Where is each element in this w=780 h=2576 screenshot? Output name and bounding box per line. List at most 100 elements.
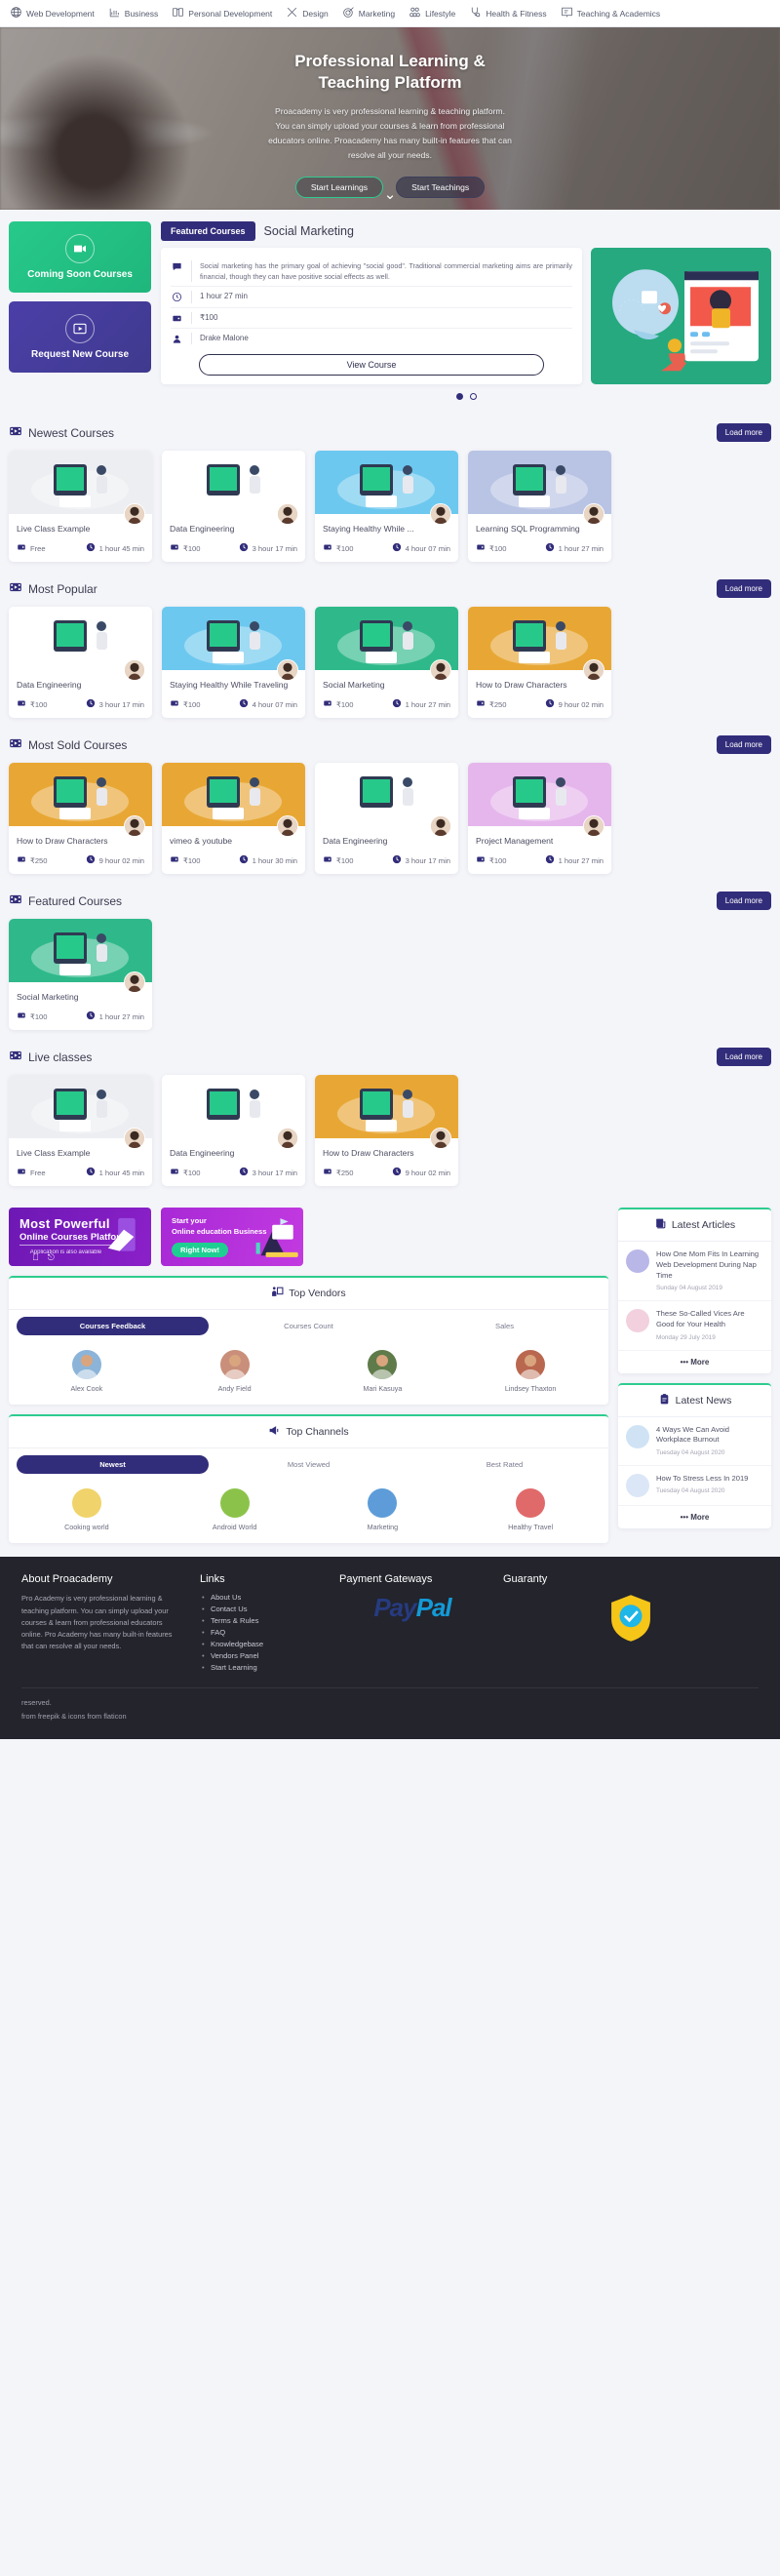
channel-tab-best-rated[interactable]: Best Rated (409, 1455, 601, 1474)
load-more-button[interactable]: Load more (716, 735, 771, 755)
tab-featured-courses[interactable]: Featured Courses (161, 221, 255, 241)
course-card[interactable]: How to Draw Characters ₹250 9 hour 02 min (468, 607, 611, 719)
category-nav[interactable]: Web Development Business Personal Develo… (0, 0, 780, 27)
vendor-item[interactable]: Alex Cook (13, 1350, 161, 1393)
chevron-down-icon[interactable]: ⌄ (384, 185, 397, 203)
course-grid: Social Marketing ₹100 1 hour 27 min (9, 919, 771, 1031)
course-card[interactable]: How to Draw Characters ₹250 9 hour 02 min (9, 763, 152, 875)
channel-tabs[interactable]: Newest Most Viewed Best Rated (9, 1448, 608, 1481)
load-more-button[interactable]: Load more (716, 423, 771, 443)
news-item[interactable]: How To Stress Less In 2019 Tuesday 04 Aug… (618, 1466, 771, 1506)
news-more-button[interactable]: ••• More (618, 1506, 771, 1528)
course-card[interactable]: vimeo & youtube ₹100 1 hour 30 min (162, 763, 305, 875)
load-more-button[interactable]: Load more (716, 892, 771, 911)
start-teachings-button[interactable]: Start Teachings (396, 177, 486, 198)
banner-most-powerful[interactable]: Most Powerful Online Courses Platform Ap… (9, 1208, 151, 1267)
section-title: Live classes (9, 1049, 92, 1065)
clock-icon (239, 542, 249, 554)
channel-item[interactable]: Cooking world (13, 1488, 161, 1531)
course-card[interactable]: Staying Healthy While Traveling ₹100 4 hou… (162, 607, 305, 719)
footer-links-list[interactable]: About Us Contact Us Terms & Rules FAQ Knowle… (200, 1593, 322, 1672)
nav-category-business[interactable]: Business (108, 6, 158, 20)
wallet-icon (476, 698, 486, 710)
request-new-course-tile[interactable]: Request New Course (9, 301, 151, 373)
articles-item[interactable]: How One Mom Fits In Learning Web Develop… (618, 1242, 771, 1302)
course-card[interactable]: Data Engineering ₹100 3 hour 17 min (315, 763, 458, 875)
nav-category-design[interactable]: Design (286, 6, 329, 20)
nav-category-teaching-academics[interactable]: Teaching & Academics (561, 6, 660, 20)
course-card[interactable]: Learning SQL Programming ₹100 1 hour 27 mi… (468, 451, 611, 563)
coming-soon-courses-tile[interactable]: Coming Soon Courses (9, 221, 151, 293)
item-title: How One Mom Fits In Learning Web Develop… (656, 1249, 760, 1280)
vendor-tabs[interactable]: Courses Feedback Courses Count Sales (9, 1310, 608, 1342)
footer-link[interactable]: About Us (202, 1593, 322, 1602)
nav-category-personal-development[interactable]: Personal Development (172, 6, 272, 20)
hero-description: Proacademy is very professional learning… (268, 105, 512, 160)
vendor-tab-courses-count[interactable]: Courses Count (213, 1317, 405, 1335)
price-label: ₹100 (183, 543, 201, 553)
course-card[interactable]: How to Draw Characters ₹250 9 hour 02 min (315, 1075, 458, 1187)
course-card[interactable]: Data Engineering ₹100 3 hour 17 min (162, 1075, 305, 1187)
target-icon (342, 6, 355, 20)
course-card[interactable]: Live Class Example Free 1 hour 45 min (9, 1075, 152, 1187)
vendor-name: Lindsey Thaxton (504, 1384, 557, 1394)
footer-link[interactable]: Contact Us (202, 1605, 322, 1613)
vendor-item[interactable]: Mari Kasuya (309, 1350, 457, 1393)
carousel-dot-2[interactable] (469, 393, 477, 401)
thumbnail (626, 1249, 649, 1274)
course-card[interactable]: Social Marketing ₹100 1 hour 27 min (9, 919, 152, 1031)
item-date: Sunday 04 August 2019 (656, 1285, 722, 1292)
vendor-tab-sales[interactable]: Sales (409, 1317, 601, 1335)
vendor-item[interactable]: Andy Field (161, 1350, 309, 1393)
carousel-dots[interactable] (161, 393, 771, 401)
articles-more-button[interactable]: ••• More (618, 1351, 771, 1373)
load-more-button[interactable]: Load more (716, 1048, 771, 1067)
course-card[interactable]: Social Marketing ₹100 1 hour 27 min (315, 607, 458, 719)
articles-item[interactable]: These So-Called Vices Are Good for Your … (618, 1301, 771, 1351)
footer-link[interactable]: Terms & Rules (202, 1616, 322, 1625)
hero-title: Professional Learning & Teaching Platfor… (0, 51, 780, 95)
footer-link[interactable]: Start Learning (202, 1663, 322, 1672)
course-thumbnail (162, 607, 305, 682)
course-price: ₹100 (323, 542, 354, 554)
nav-category-marketing[interactable]: Marketing (342, 6, 395, 20)
wallet-icon (476, 854, 486, 866)
divider (191, 311, 192, 325)
channel-tab-most-viewed[interactable]: Most Viewed (213, 1455, 405, 1474)
start-learnings-button[interactable]: Start Learnings (294, 177, 384, 198)
course-card[interactable]: Data Engineering ₹100 3 hour 17 min (9, 607, 152, 719)
nav-category-web-development[interactable]: Web Development (10, 6, 95, 20)
channel-item[interactable]: Marketing (309, 1488, 457, 1531)
course-card[interactable]: Data Engineering ₹100 3 hour 17 min (162, 451, 305, 563)
right-now-button[interactable]: Right Now! (172, 1242, 229, 1257)
carousel-dot-1[interactable] (455, 393, 463, 401)
course-thumbnail (9, 919, 152, 994)
featured-course-illustration (591, 248, 771, 385)
item-title: 4 Ways We Can Avoid Workplace Burnout (656, 1424, 729, 1445)
footer-payment-title: Payment Gateways (339, 1573, 433, 1586)
clock-icon (86, 542, 96, 554)
channel-item[interactable]: Android World (161, 1488, 309, 1531)
channel-tab-newest[interactable]: Newest (17, 1455, 209, 1475)
banner-start-business[interactable]: Start your Online education Business Rig… (161, 1208, 303, 1267)
course-card[interactable]: Live Class Example Free 1 hour 45 min (9, 451, 152, 563)
price-label: ₹100 (183, 1168, 201, 1177)
view-course-button[interactable]: View Course (198, 354, 545, 376)
course-section: Most Sold Courses Load more How to Draw Ch… (9, 730, 771, 886)
duration-label: 1 hour 45 min (98, 543, 144, 553)
footer-link[interactable]: FAQ (202, 1628, 322, 1637)
load-more-button[interactable]: Load more (716, 579, 771, 599)
news-item[interactable]: 4 Ways We Can Avoid Workplace Burnout Tue… (618, 1417, 771, 1466)
footer-link[interactable]: Vendors Panel (202, 1651, 322, 1660)
channel-item[interactable]: Healthy Travel (456, 1488, 604, 1531)
footer-link[interactable]: Knowledgebase (202, 1640, 322, 1648)
nav-category-health-fitness[interactable]: Health & Fitness (469, 6, 547, 20)
course-card[interactable]: Project Management ₹100 1 hour 27 min (468, 763, 611, 875)
course-card[interactable]: Staying Healthy While ... ₹100 4 hour 07 m… (315, 451, 458, 563)
course-thumbnail (468, 451, 611, 526)
vendor-item[interactable]: Lindsey Thaxton (456, 1350, 604, 1393)
course-duration: 1 hour 27 min (86, 1011, 144, 1022)
nav-category-lifestyle[interactable]: Lifestyle (409, 6, 455, 20)
vendor-tab-courses-feedback[interactable]: Courses Feedback (17, 1317, 209, 1336)
duration-label: 1 hour 27 min (405, 699, 450, 709)
